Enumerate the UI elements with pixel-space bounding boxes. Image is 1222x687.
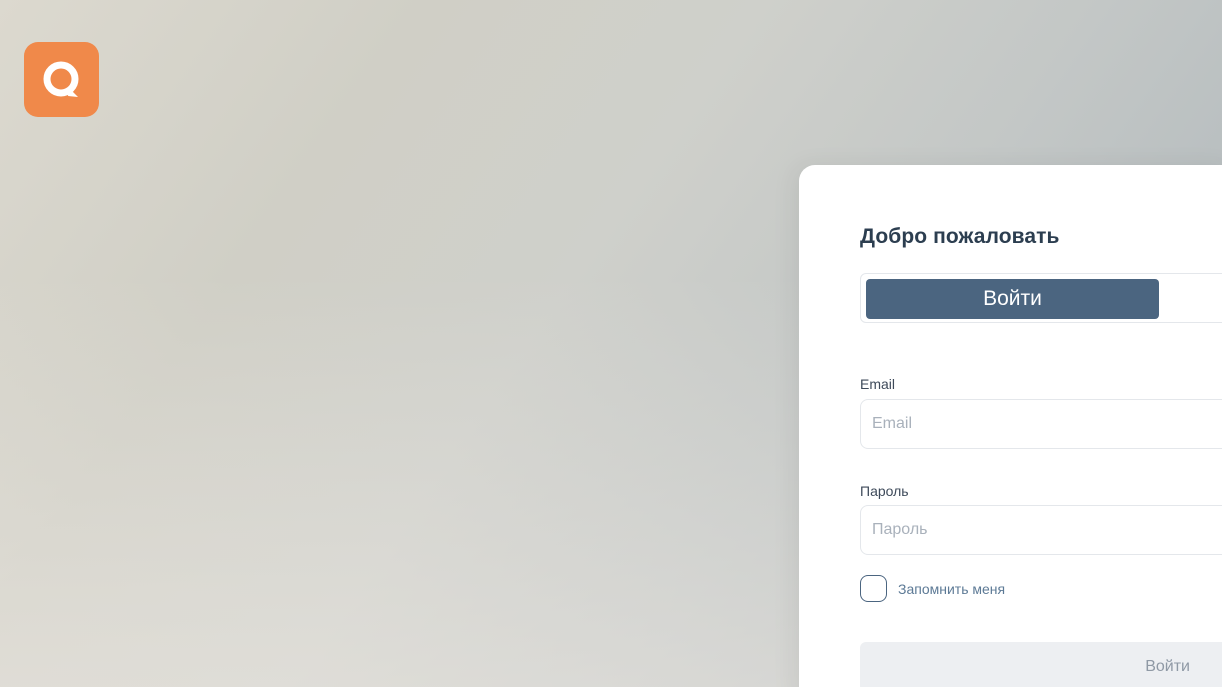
auth-tabs: Войти xyxy=(860,273,1222,323)
remember-checkbox[interactable] xyxy=(860,575,887,602)
tab-login[interactable]: Войти xyxy=(866,279,1159,319)
password-field[interactable] xyxy=(860,505,1222,555)
remember-label[interactable]: Запомнить меня xyxy=(898,581,1005,597)
email-label: Email xyxy=(860,376,896,392)
chat-q-logo-icon xyxy=(43,61,78,97)
app-logo[interactable] xyxy=(24,42,99,117)
password-label: Пароль xyxy=(860,483,909,499)
remember-me[interactable]: Запомнить меня xyxy=(860,575,1005,602)
page-title: Добро пожаловать xyxy=(860,225,1060,248)
login-submit-button[interactable]: Войти xyxy=(860,642,1222,687)
login-card: Добро пожаловать Войти Email Пароль Запо… xyxy=(799,165,1222,687)
email-field[interactable] xyxy=(860,399,1222,449)
